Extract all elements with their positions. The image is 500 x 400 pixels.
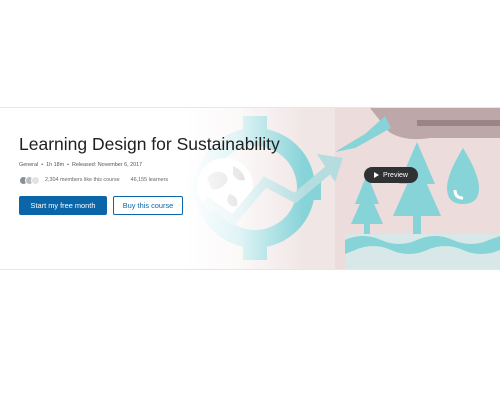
start-free-month-button[interactable]: Start my free month xyxy=(19,196,107,215)
hero-fade-overlay xyxy=(185,108,305,269)
buy-course-button[interactable]: Buy this course xyxy=(113,196,183,215)
preview-button[interactable]: Preview xyxy=(364,167,418,183)
meta-separator: • xyxy=(67,162,69,168)
meta-separator: • xyxy=(41,162,44,168)
play-icon xyxy=(374,172,380,178)
preview-label: Preview xyxy=(383,171,408,179)
course-social-proof: 2,304 members like this course 46,155 le… xyxy=(19,174,168,186)
course-hero-banner: Learning Design for Sustainability Gener… xyxy=(0,107,500,270)
members-like-count[interactable]: 2,304 members like this course xyxy=(45,177,120,183)
course-meta: General • 1h 18m • Released: November 6, 201… xyxy=(19,162,142,168)
water-waves-icon xyxy=(345,234,500,269)
course-release-date: Released: November 6, 2017 xyxy=(71,162,143,168)
course-title: Learning Design for Sustainability xyxy=(19,134,280,154)
member-avatar-icons xyxy=(19,175,40,185)
course-category: General xyxy=(19,162,39,168)
course-duration: 1h 18m xyxy=(46,162,65,168)
learners-count: 46,155 learners xyxy=(130,177,169,183)
avatar xyxy=(31,175,40,185)
